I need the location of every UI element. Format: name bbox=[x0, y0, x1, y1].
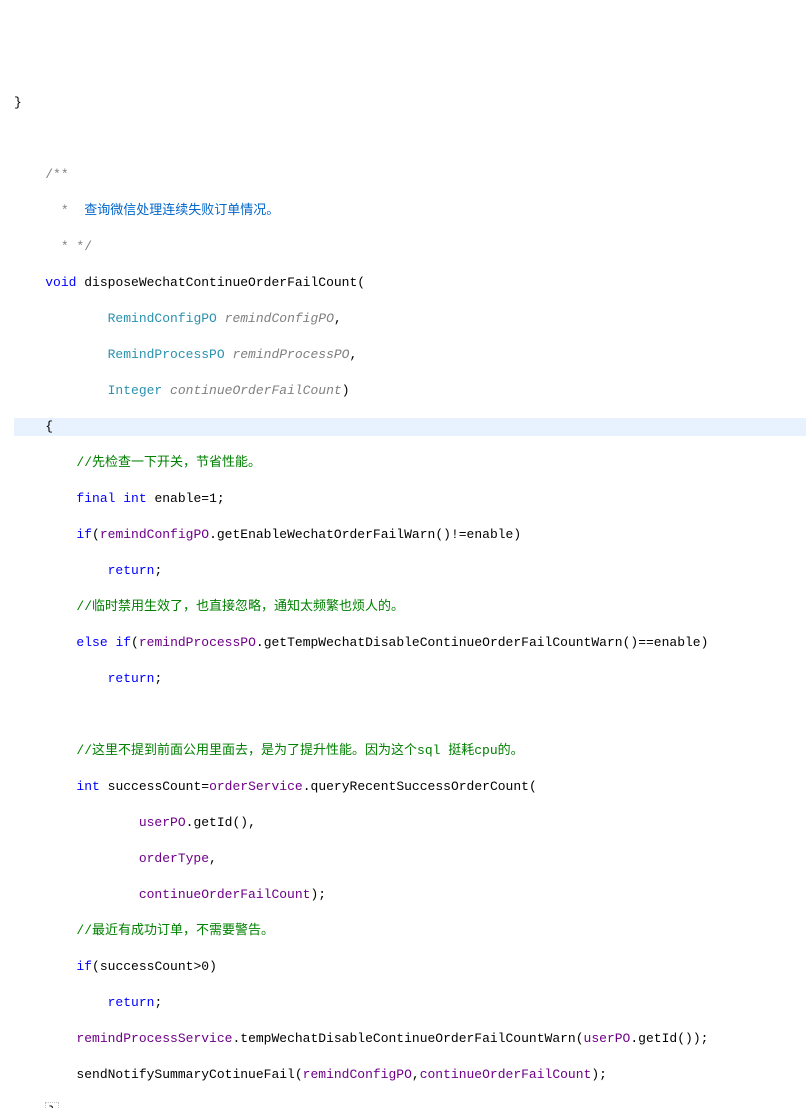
code-line: if(successCount>0) bbox=[14, 958, 806, 976]
code-line: remindProcessService.tempWechatDisableCo… bbox=[14, 1030, 806, 1048]
comment-line: //这里不提到前面公用里面去，是为了提升性能。因为这个sql 挺耗cpu的。 bbox=[14, 742, 806, 760]
doc-comment-line: * 查询微信处理连续失败订单情况。 bbox=[14, 202, 806, 220]
code-line: final int enable=1; bbox=[14, 490, 806, 508]
code-line: return; bbox=[14, 994, 806, 1012]
code-line: return; bbox=[14, 670, 806, 688]
doc-comment-open: /** bbox=[14, 166, 806, 184]
code-line: userPO.getId(), bbox=[14, 814, 806, 832]
code-line bbox=[14, 130, 806, 148]
code-line: return; bbox=[14, 562, 806, 580]
blank-line bbox=[14, 706, 806, 724]
code-line: orderType, bbox=[14, 850, 806, 868]
code-line: continueOrderFailCount); bbox=[14, 886, 806, 904]
code-line: } bbox=[14, 94, 806, 112]
comment-line: //先检查一下开关，节省性能。 bbox=[14, 454, 806, 472]
code-line: if(remindConfigPO.getEnableWechatOrderFa… bbox=[14, 526, 806, 544]
param-line: RemindProcessPO remindProcessPO, bbox=[14, 346, 806, 364]
current-line: { bbox=[14, 418, 806, 436]
code-line: else if(remindProcessPO.getTempWechatDis… bbox=[14, 634, 806, 652]
comment-line: //临时禁用生效了，也直接忽略，通知太频繁也烦人的。 bbox=[14, 598, 806, 616]
method-signature: void disposeWechatContinueOrderFailCount… bbox=[14, 274, 806, 292]
doc-comment-close: * */ bbox=[14, 238, 806, 256]
comment-line: //最近有成功订单，不需要警告。 bbox=[14, 922, 806, 940]
close-brace: } bbox=[14, 1102, 806, 1108]
code-editor[interactable]: } /** * 查询微信处理连续失败订单情况。 * */ void dispos… bbox=[0, 72, 806, 1108]
code-line: int successCount=orderService.queryRecen… bbox=[14, 778, 806, 796]
code-line: sendNotifySummaryCotinueFail(remindConfi… bbox=[14, 1066, 806, 1084]
param-line: RemindConfigPO remindConfigPO, bbox=[14, 310, 806, 328]
param-line: Integer continueOrderFailCount) bbox=[14, 382, 806, 400]
